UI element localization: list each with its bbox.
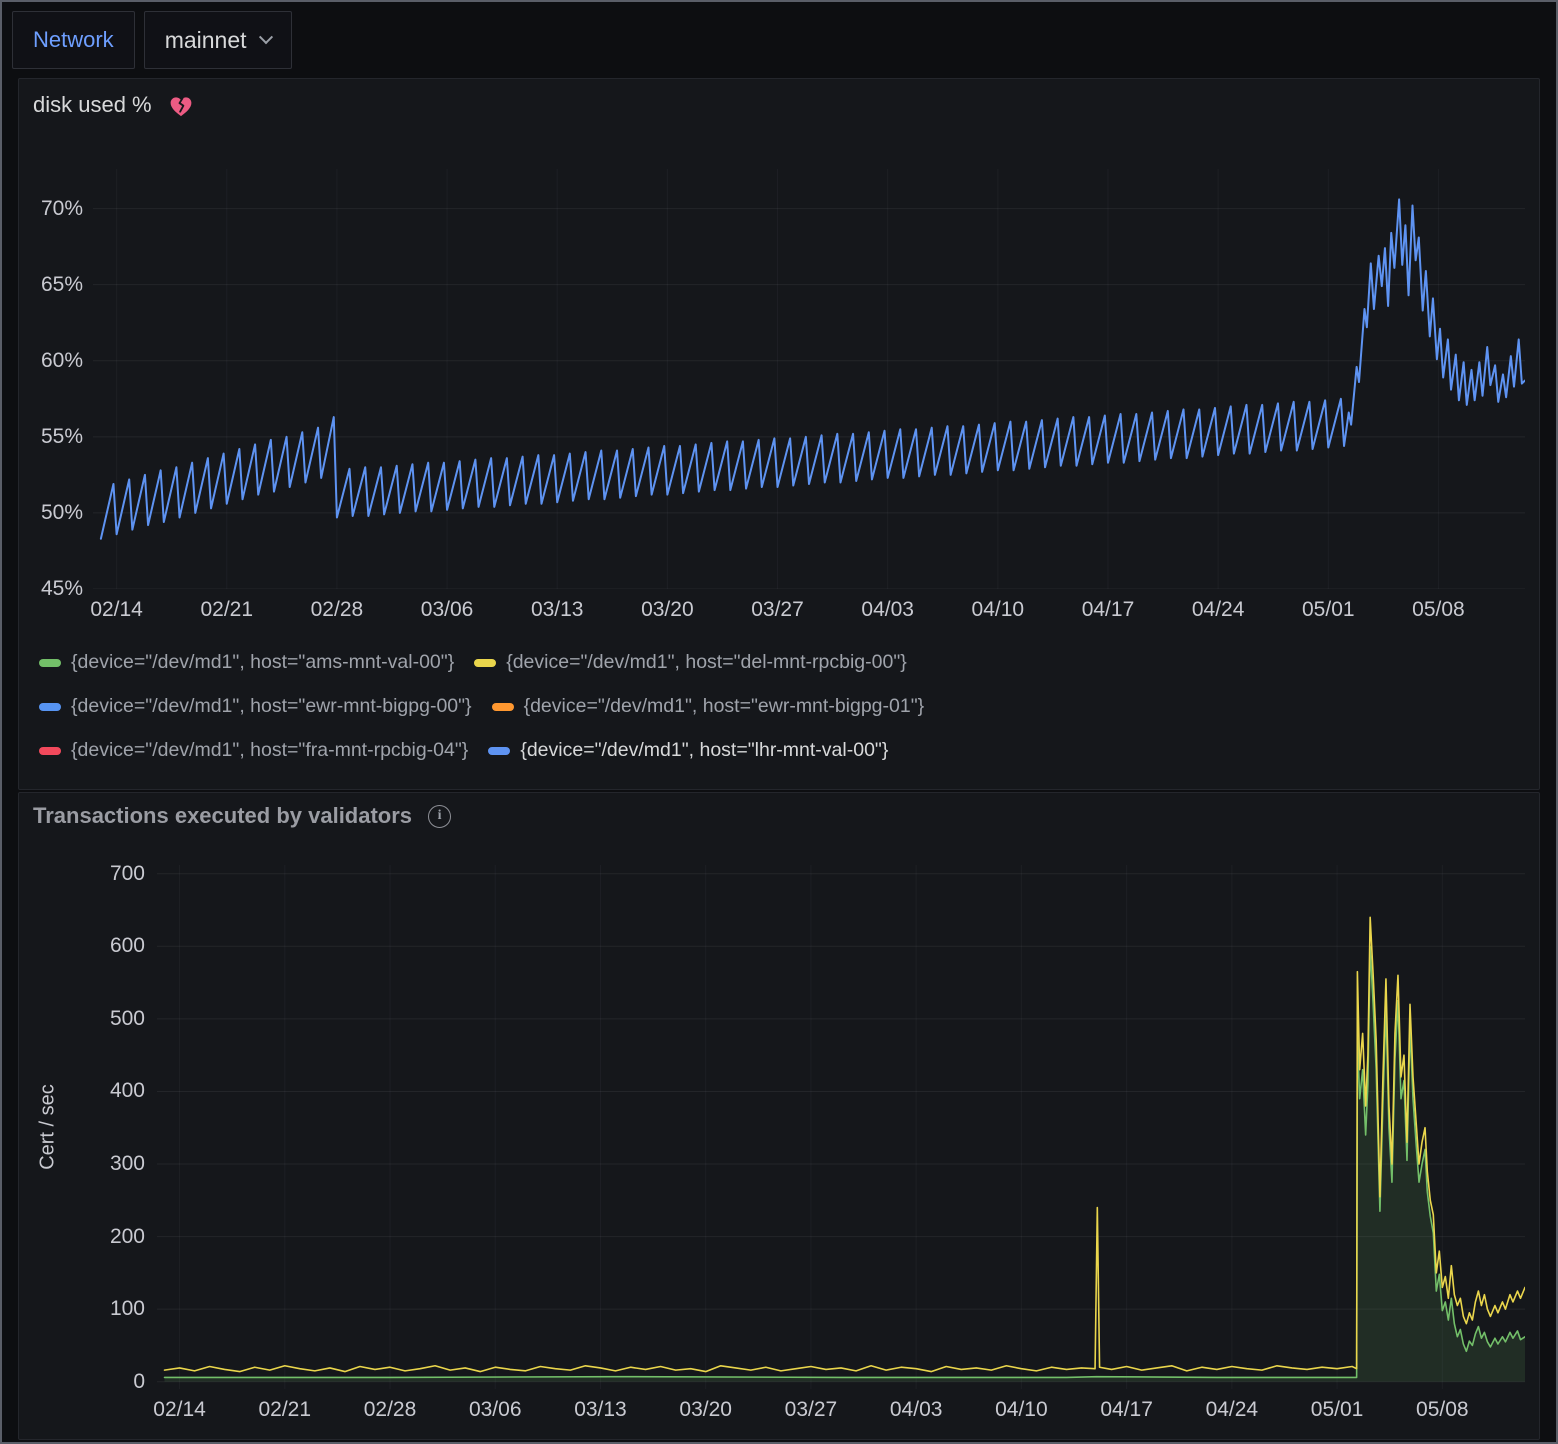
tx-chart-y-axis: 0100200300400500600700 [73,865,147,1389]
x-tick-label: 03/27 [785,1398,838,1422]
grafana-dashboard: Network mainnet disk used % 45% 50% 55% 60%… [0,0,1558,1444]
legend-item[interactable]: {device="/dev/md1", host="lhr-mnt-val-00… [488,739,888,762]
x-tick-label: 03/13 [531,598,584,622]
disk-chart-plot-area[interactable] [93,169,1525,589]
x-tick-label: 03/06 [421,598,474,622]
x-tick-label: 02/14 [153,1398,206,1422]
legend-series-label: {device="/dev/md1", host="fra-mnt-rpcbig… [71,739,468,762]
x-tick-label: 03/06 [469,1398,522,1422]
disk-chart-x-axis: 02/14 02/21 02/28 03/06 03/13 03/20 03/27 04/03… [93,589,1525,625]
panel-transactions: Transactions executed by validators i Ce… [18,792,1540,1440]
disk-used-chart: 45%50%55%60%65%70% 02/1402/2102/2803/060… [33,169,1525,625]
legend-item[interactable]: {device="/dev/md1", host="ewr-mnt-bigpg-… [39,695,472,718]
legend-series-swatch [488,747,510,755]
legend-series-label: {device="/dev/md1", host="del-mnt-rpcbig… [506,651,907,674]
legend-series-label: {device="/dev/md1", host="lhr-mnt-val-00… [520,739,888,762]
dashboard-variables-bar: Network mainnet [2,2,1556,78]
network-variable-value[interactable]: mainnet [165,27,247,54]
x-tick-label: 04/24 [1192,598,1245,622]
legend-row: {device="/dev/md1", host="fra-mnt-rpcbig… [39,739,1525,762]
x-tick-label: 02/21 [200,598,253,622]
x-tick-label: 04/03 [861,598,914,622]
legend-series-swatch [474,659,496,667]
x-tick-label: 04/03 [890,1398,943,1422]
x-tick-label: 04/10 [972,598,1025,622]
x-tick-label: 05/01 [1311,1398,1364,1422]
x-tick-label: 02/28 [364,1398,417,1422]
x-tick-label: 02/14 [90,598,143,622]
panel-title-disk-used[interactable]: disk used % [33,92,152,118]
x-tick-label: 05/01 [1302,598,1355,622]
legend-item[interactable]: {device="/dev/md1", host="ewr-mnt-bigpg-… [492,695,925,718]
info-icon[interactable]: i [428,805,451,828]
transactions-chart: Cert / sec 0 100 200 300 400 500 600 700 02/14 0… [33,865,1525,1431]
x-tick-label: 04/17 [1100,1398,1153,1422]
x-tick-label: 05/08 [1416,1398,1469,1422]
y-tick-label: 300 [110,1152,145,1176]
broken-heart-icon [168,93,194,119]
legend-series-swatch [492,703,514,711]
x-tick-label: 03/27 [751,598,804,622]
y-tick-label: 500 [110,1007,145,1031]
disk-used-legend: {device="/dev/md1", host="ams-mnt-val-00… [39,651,1525,762]
network-variable-label-box: Network [12,11,135,69]
x-tick-label: 03/20 [641,598,694,622]
y-tick-label: 400 [110,1079,145,1103]
panel-disk-used: disk used % 45% 50% 55% 60% 65% 70% 02/14 02/2… [18,78,1540,790]
panel-title-transactions[interactable]: Transactions executed by validators [33,803,412,829]
legend-series-swatch [39,659,61,667]
legend-series-swatch [39,747,61,755]
network-variable-dropdown[interactable]: mainnet [144,11,292,69]
x-tick-label: 03/20 [679,1398,732,1422]
y-tick-label: 60% [41,349,83,373]
legend-item[interactable]: {device="/dev/md1", host="fra-mnt-rpcbig… [39,739,468,762]
y-tick-label: 700 [110,862,145,886]
legend-series-label: {device="/dev/md1", host="ams-mnt-val-00… [71,651,454,674]
tx-chart-plot-area[interactable] [157,865,1525,1389]
y-tick-label: 100 [110,1297,145,1321]
disk-chart-y-axis: 45%50%55%60%65%70% [33,169,85,589]
network-variable-label: Network [33,27,114,53]
y-tick-label: 45% [41,577,83,601]
legend-series-swatch [39,703,61,711]
x-tick-label: 03/13 [574,1398,627,1422]
y-tick-label: 0 [133,1370,145,1394]
x-tick-label: 04/24 [1206,1398,1259,1422]
x-tick-label: 04/17 [1082,598,1135,622]
y-tick-label: 600 [110,934,145,958]
legend-row: {device="/dev/md1", host="ewr-mnt-bigpg-… [39,695,1525,718]
legend-series-label: {device="/dev/md1", host="ewr-mnt-bigpg-… [71,695,472,718]
y-tick-label: 70% [41,197,83,221]
x-tick-label: 04/10 [995,1398,1048,1422]
legend-item[interactable]: {device="/dev/md1", host="ams-mnt-val-00… [39,651,454,674]
y-tick-label: 200 [110,1225,145,1249]
y-tick-label: 50% [41,501,83,525]
y-axis-title: Cert / sec [33,865,63,1389]
x-tick-label: 02/21 [258,1398,311,1422]
y-tick-label: 55% [41,425,83,449]
tx-chart-x-axis: 02/1402/2102/2803/0603/1303/2003/2704/03… [157,1389,1525,1431]
legend-item[interactable]: {device="/dev/md1", host="del-mnt-rpcbig… [474,651,907,674]
y-tick-label: 65% [41,273,83,297]
legend-series-label: {device="/dev/md1", host="ewr-mnt-bigpg-… [524,695,925,718]
x-tick-label: 05/08 [1412,598,1465,622]
x-tick-label: 02/28 [311,598,364,622]
legend-row: {device="/dev/md1", host="ams-mnt-val-00… [39,651,1525,674]
chevron-down-icon[interactable] [258,30,272,44]
